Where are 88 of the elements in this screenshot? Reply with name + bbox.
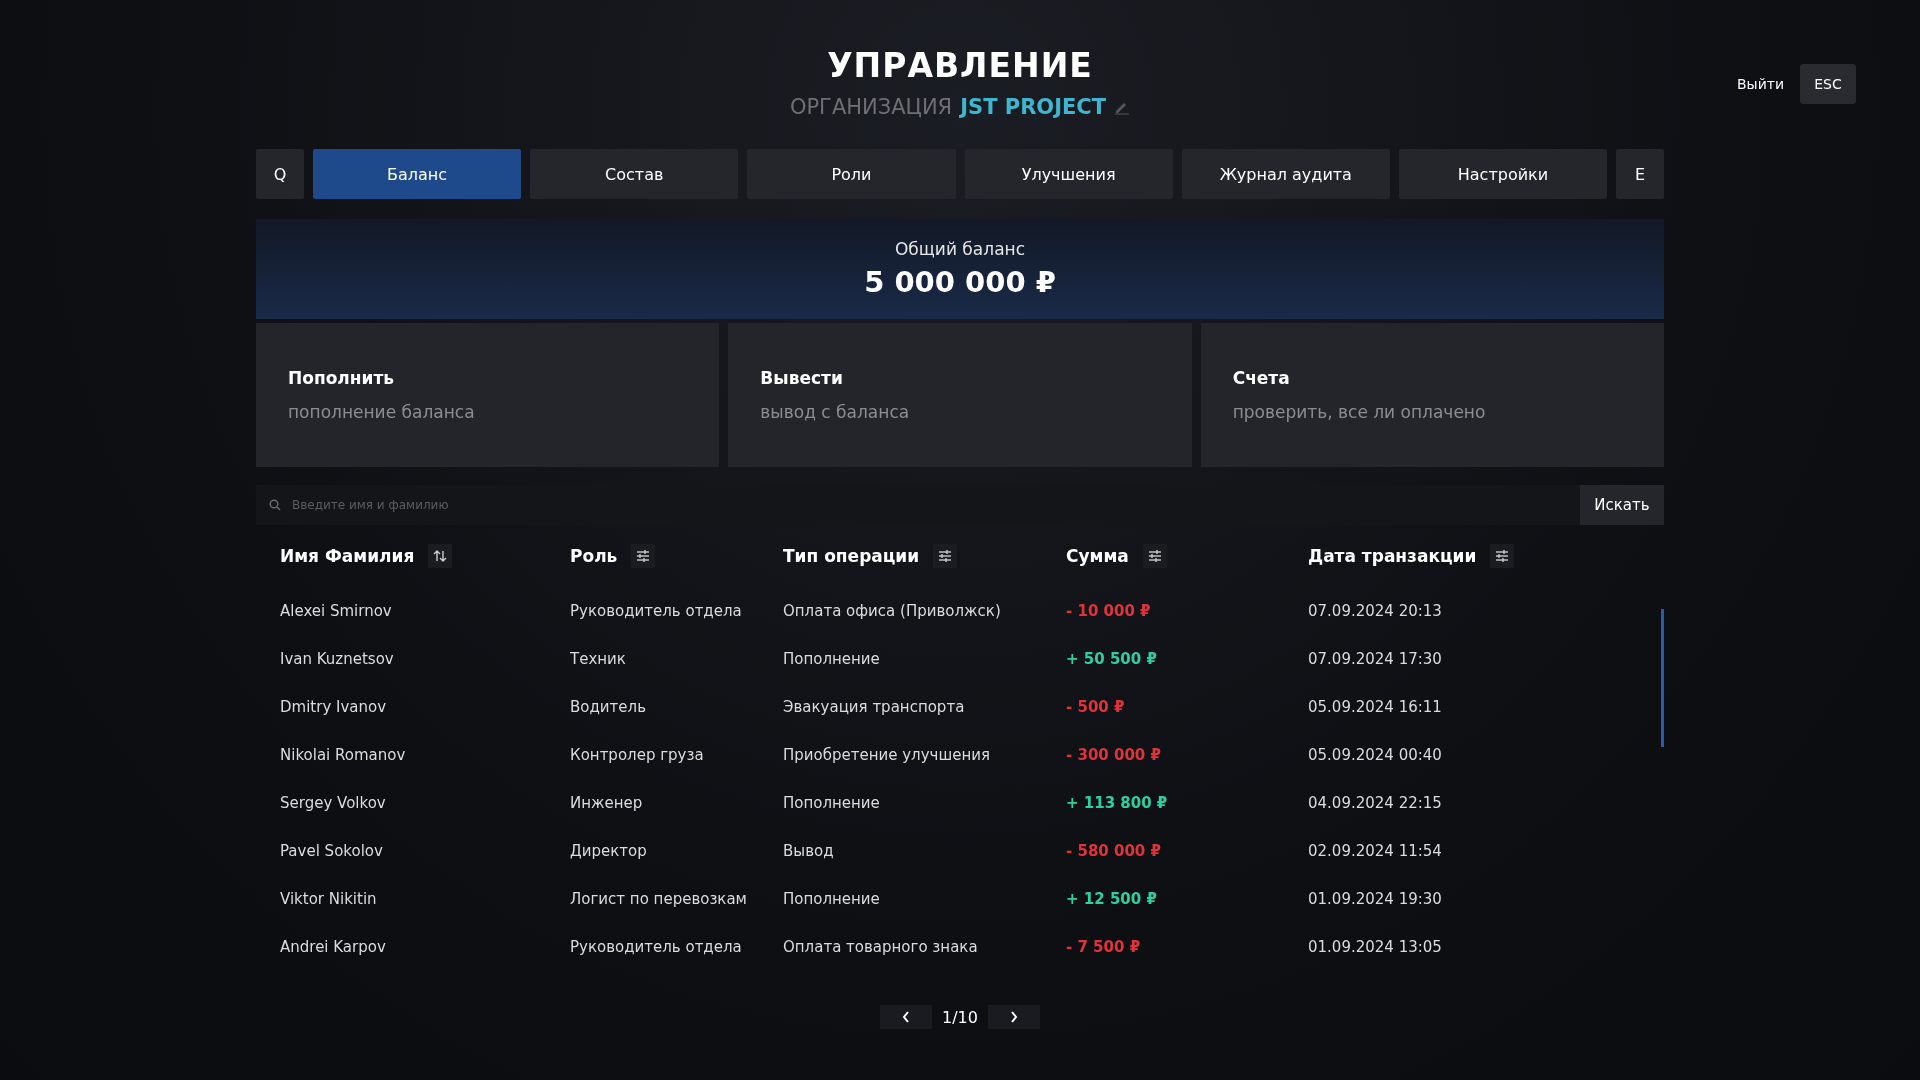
table-cell-text: Водитель <box>570 698 647 716</box>
table-cell-text: Viktor Nikitin <box>280 890 378 908</box>
card-subtitle: проверить, все ли оплачено <box>1232 402 1487 422</box>
table-cell-text: Pavel Sokolov <box>280 842 384 860</box>
amount-cell-text: - 500 ₽ <box>1066 698 1126 716</box>
table-cell-text: Директор <box>570 842 648 860</box>
table-cell-text: 01.09.2024 13:05 <box>1308 938 1443 956</box>
filter-button[interactable] <box>1142 544 1167 568</box>
table-cell-text: Nikolai Romanov <box>280 746 407 764</box>
amount-cell-text: - 580 000 ₽ <box>1066 842 1162 860</box>
amount-cell-text: - 7 500 ₽ <box>1066 938 1142 956</box>
tab[interactable]: Роли <box>747 149 956 199</box>
filter-icon <box>1147 550 1162 562</box>
sort-icon <box>433 549 448 563</box>
search-field[interactable]: Введите имя и фамилию <box>256 485 1580 525</box>
table-cell-text: Dmitry Ivanov <box>280 698 388 716</box>
key-hint-button[interactable]: E <box>1616 149 1665 199</box>
balance-value: 5 000 000 ₽ <box>864 265 1056 299</box>
filter-button[interactable] <box>933 544 958 568</box>
action-card[interactable]: Счета проверить, все ли оплачено <box>1200 323 1664 467</box>
tab[interactable]: Состав <box>530 149 739 199</box>
table-cell-text: Пополнение <box>783 890 881 908</box>
esc-key-button[interactable]: ESC <box>1800 64 1856 104</box>
column-header: Дата транзакции <box>1308 546 1477 566</box>
organization-label: ОРГАНИЗАЦИЯ <box>789 95 953 119</box>
filter-icon <box>636 550 651 562</box>
search-icon <box>269 499 281 511</box>
table-cell-text: Alexei Smirnov <box>280 602 393 620</box>
card-title: Пополнить <box>288 368 396 388</box>
previous-page-button[interactable] <box>880 1005 933 1029</box>
column-header: Роль <box>570 546 618 566</box>
column-header: Сумма <box>1066 546 1129 566</box>
column-header: Тип операции <box>783 546 920 566</box>
amount-cell-text: + 12 500 ₽ <box>1066 890 1158 908</box>
filter-icon <box>1495 550 1510 562</box>
card-title: Вывести <box>760 368 844 388</box>
table-cell-text: Инженер <box>570 794 644 812</box>
next-page-button[interactable] <box>987 1005 1040 1029</box>
organization-name: JST PROJECT <box>960 95 1107 119</box>
tab[interactable]: Настройки <box>1398 149 1608 199</box>
table-cell-text: Контролер груза <box>570 746 705 764</box>
filter-button[interactable] <box>631 544 656 568</box>
filter-button[interactable] <box>1490 544 1515 568</box>
table-cell-text: Руководитель отдела <box>570 938 743 956</box>
amount-cell-text: + 113 800 ₽ <box>1066 794 1169 812</box>
table-cell-text: Эвакуация транспорта <box>783 698 966 716</box>
table-cell-text: Оплата офиса (Приволжск) <box>783 602 1002 620</box>
page-title: УПРАВЛЕНИЕ <box>827 46 1093 85</box>
action-card[interactable]: Пополнить пополнение баланса <box>256 323 720 467</box>
amount-cell-text: + 50 500 ₽ <box>1066 650 1158 668</box>
table-cell-text: 01.09.2024 19:30 <box>1308 890 1443 908</box>
page-indicator: 1/10 <box>942 1007 978 1027</box>
column-header: Имя Фамилия <box>280 546 415 566</box>
card-subtitle: вывод с баланса <box>760 402 911 422</box>
sort-button[interactable] <box>428 544 453 568</box>
table-cell-text: Пополнение <box>783 650 881 668</box>
table-cell-text: 07.09.2024 17:30 <box>1308 650 1443 668</box>
exit-link[interactable]: Выйти <box>1737 76 1784 92</box>
table-cell-text: 04.09.2024 22:15 <box>1308 794 1443 812</box>
table-cell-text: Руководитель отдела <box>570 602 743 620</box>
table-cell-text: Вывод <box>783 842 835 860</box>
scrollbar-thumb[interactable] <box>1661 609 1664 747</box>
table-cell-text: 05.09.2024 00:40 <box>1308 746 1443 764</box>
table-cell-text: Andrei Karpov <box>280 938 387 956</box>
chevron-right-icon <box>1009 1011 1018 1023</box>
table-cell-text: Пополнение <box>783 794 881 812</box>
card-title: Счета <box>1232 368 1291 388</box>
table-cell-text: Sergey Volkov <box>280 794 387 812</box>
filter-icon <box>938 550 953 562</box>
balance-label: Общий баланс <box>895 239 1025 259</box>
table-cell-text: Логист по перевозкам <box>570 890 748 908</box>
table-cell-text: Приобретение улучшения <box>783 746 991 764</box>
amount-cell-text: - 10 000 ₽ <box>1066 602 1152 620</box>
key-hint-button[interactable]: Q <box>256 149 304 199</box>
table-cell-text: 05.09.2024 16:11 <box>1308 698 1443 716</box>
table-cell-text: 02.09.2024 11:54 <box>1308 842 1443 860</box>
amount-cell-text: - 300 000 ₽ <box>1066 746 1162 764</box>
table-cell-text: Ivan Kuznetsov <box>280 650 395 668</box>
card-subtitle: пополнение баланса <box>288 402 476 422</box>
table-cell-text: Оплата товарного знака <box>783 938 979 956</box>
table-cell-text: 07.09.2024 20:13 <box>1308 602 1443 620</box>
chevron-left-icon <box>902 1011 911 1023</box>
action-card[interactable]: Вывести вывод с баланса <box>728 323 1192 467</box>
tab[interactable]: Баланс <box>313 149 522 199</box>
search-button[interactable]: Искать <box>1580 485 1664 525</box>
tab[interactable]: Улучшения <box>964 149 1173 199</box>
table-cell-text: Техник <box>570 650 627 668</box>
tab[interactable]: Журнал аудита <box>1181 149 1390 199</box>
